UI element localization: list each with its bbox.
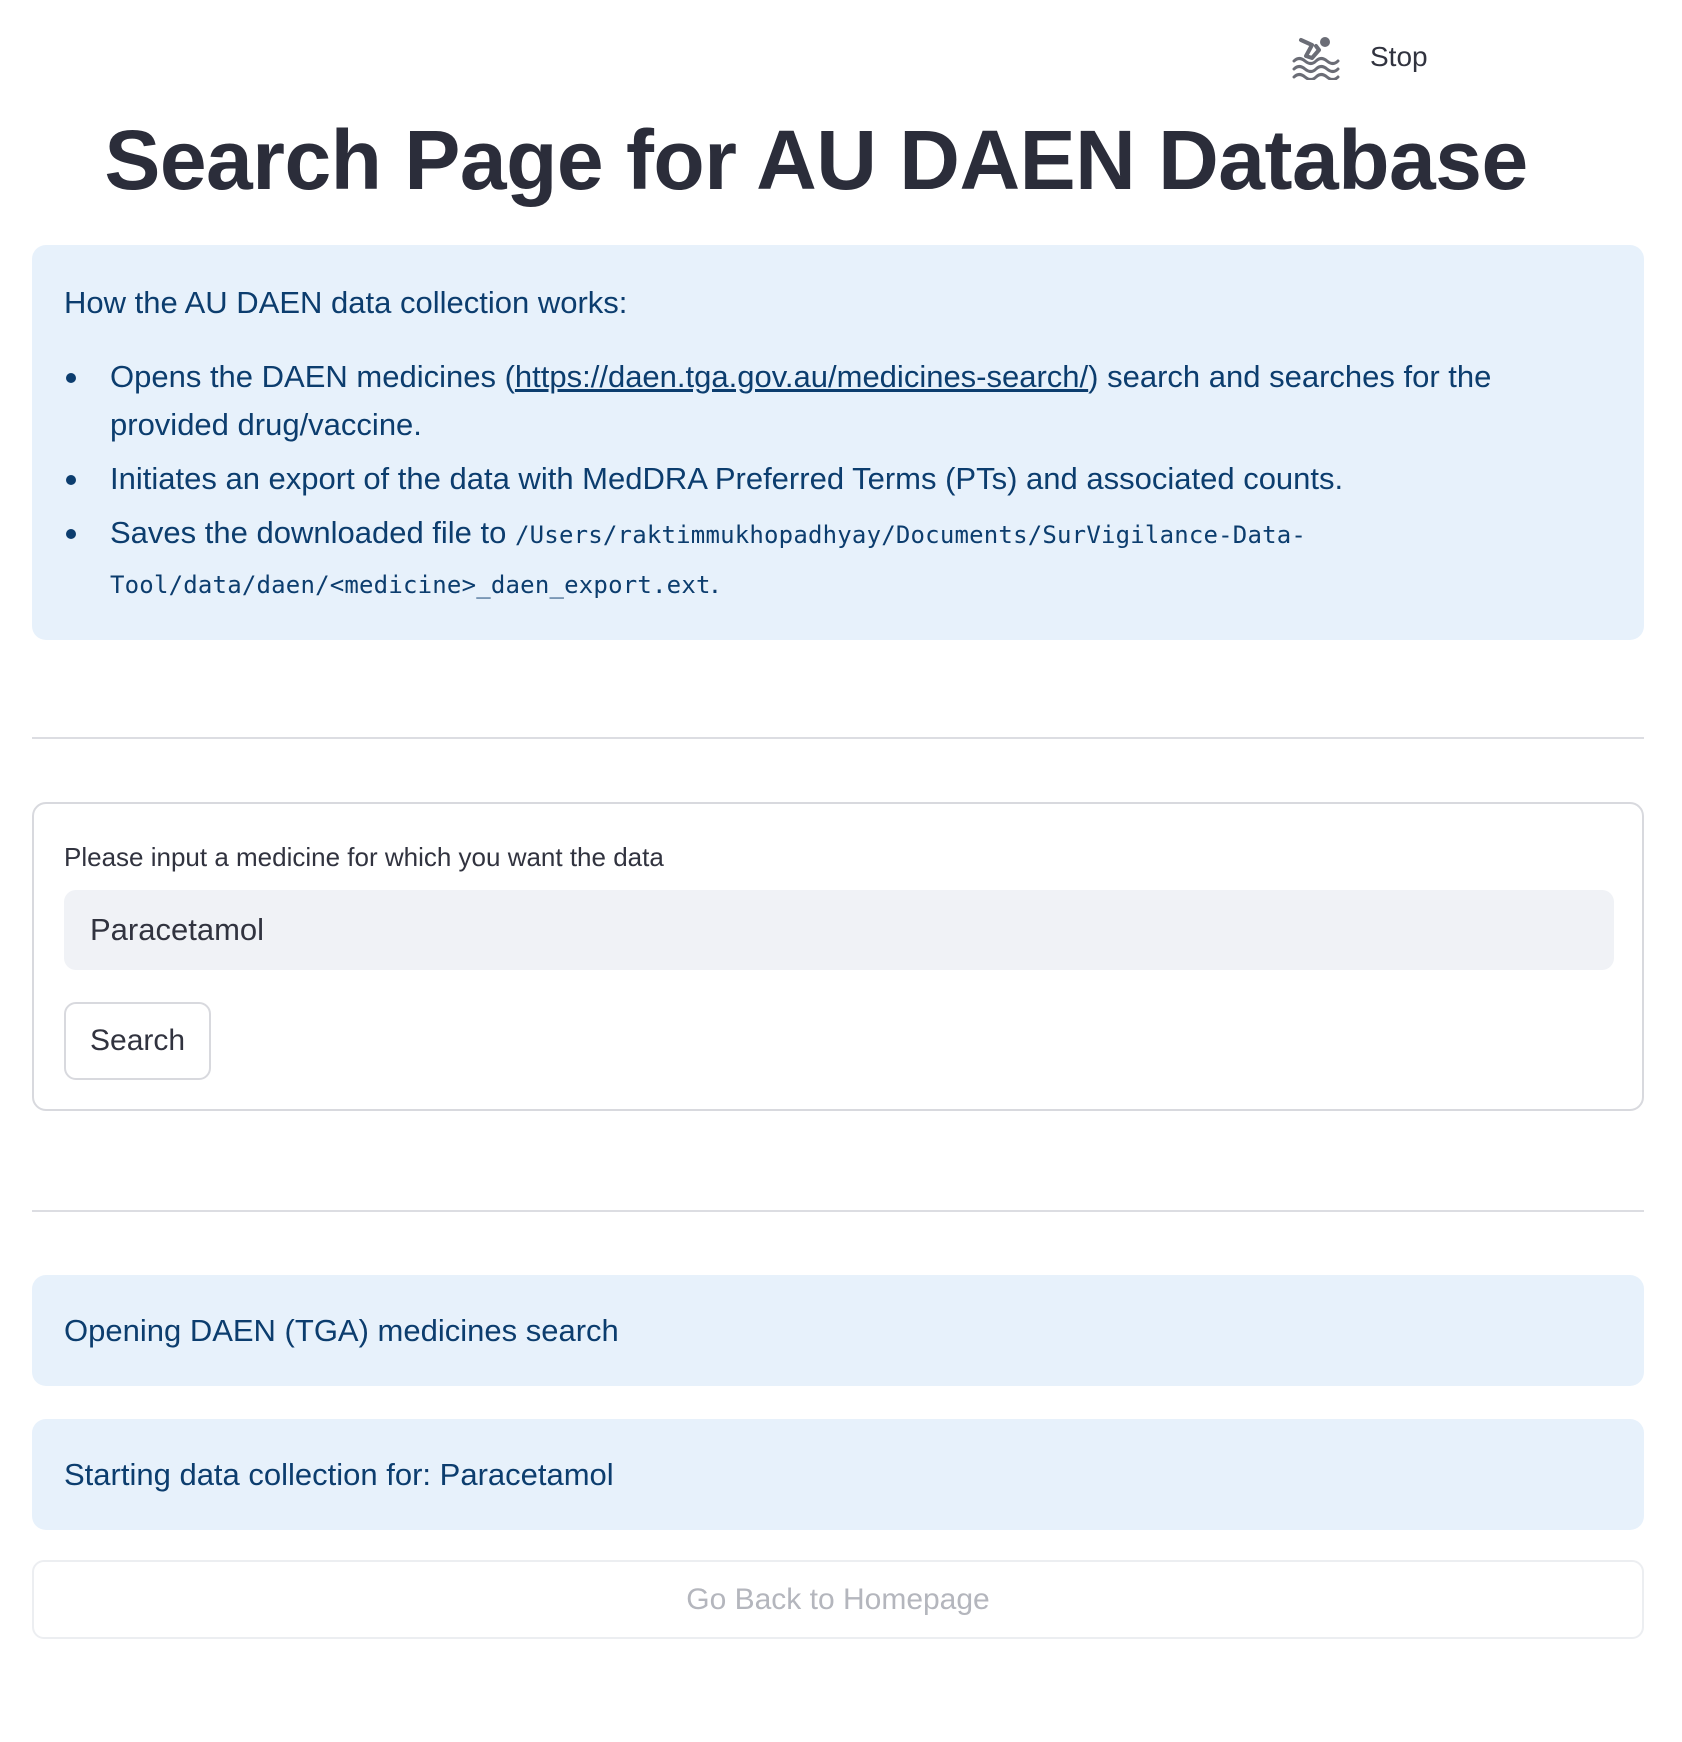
info-alert: How the AU DAEN data collection works: O… (32, 245, 1644, 640)
daen-search-link[interactable]: https://daen.tga.gov.au/medicines-search… (515, 359, 1088, 394)
page-title: Search Page for AU DAEN Database (104, 113, 1528, 207)
page: Stop Search Page for AU DAEN Database Ho… (0, 0, 1682, 1742)
stop-button[interactable]: Stop (1370, 41, 1428, 73)
status-message-starting: Starting data collection for: Paracetamo… (32, 1419, 1644, 1530)
go-back-home-button[interactable]: Go Back to Homepage (32, 1560, 1644, 1639)
info-list-item: Initiates an export of the data with Med… (66, 455, 1612, 503)
info-list: Opens the DAEN medicines (https://daen.t… (64, 353, 1612, 609)
swimmer-icon (1292, 37, 1340, 80)
info-heading: How the AU DAEN data collection works: (64, 285, 628, 320)
info-item1-prefix: Opens the DAEN medicines ( (110, 359, 515, 394)
status-message-opening: Opening DAEN (TGA) medicines search (32, 1275, 1644, 1386)
info-item3-prefix: Saves the downloaded file to (110, 515, 515, 550)
running-status: Stop (1292, 34, 1428, 80)
divider (32, 1210, 1644, 1212)
info-item3-suffix: . (710, 565, 720, 600)
info-list-item: Opens the DAEN medicines (https://daen.t… (66, 353, 1612, 449)
search-button[interactable]: Search (64, 1002, 212, 1080)
info-list-item: Saves the downloaded file to /Users/rakt… (66, 509, 1612, 609)
search-form: Please input a medicine for which you wa… (32, 802, 1644, 1111)
medicine-input[interactable] (64, 890, 1614, 970)
medicine-input-label: Please input a medicine for which you wa… (64, 842, 664, 872)
divider (32, 737, 1644, 739)
